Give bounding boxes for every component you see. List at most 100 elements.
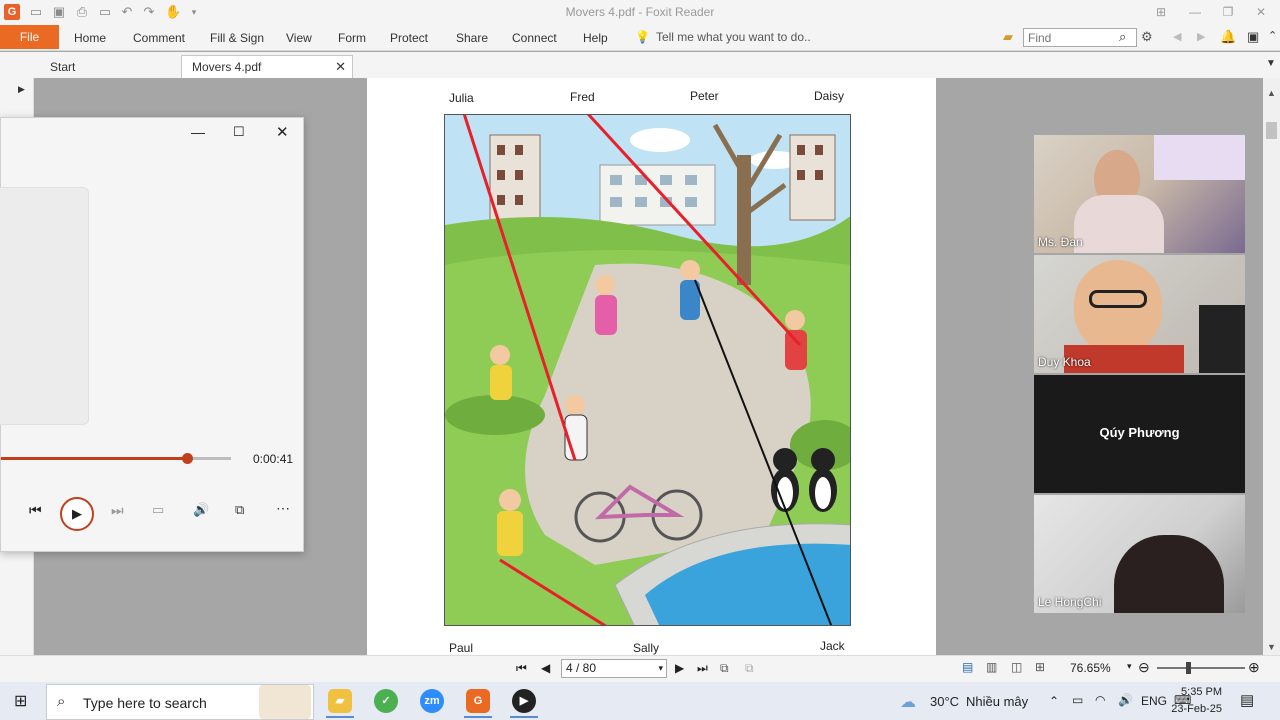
expand-panel-icon[interactable]: ▶ (18, 84, 25, 95)
zoom-dropdown-icon[interactable]: ▾ (1127, 661, 1132, 672)
search-icon: ⌕ (57, 693, 66, 710)
name-label-paul: Paul (449, 641, 474, 655)
previous-result-icon[interactable]: ◀ (1173, 30, 1181, 43)
foxit-taskbar-icon[interactable]: G (466, 689, 490, 713)
media-player-taskbar-icon[interactable]: ▶ (512, 689, 536, 713)
tell-me-search[interactable]: 💡 Tell me what you want to do.. (635, 30, 811, 44)
file-menu[interactable]: File (0, 25, 59, 49)
next-view-icon[interactable]: ⧉ (745, 661, 754, 676)
facing-page-icon[interactable]: ◫ (1011, 660, 1022, 674)
page-dropdown-icon[interactable]: ▾ (658, 660, 663, 677)
weather-cloud-icon[interactable]: ☁ (900, 692, 916, 712)
zoom-value[interactable]: 76.65% (1070, 661, 1111, 675)
building-right (789, 134, 836, 221)
participant-name-center: Qúy Phương (1099, 425, 1180, 440)
taskbar-search[interactable]: ⌕ Type here to search (46, 684, 314, 720)
player-maximize-button[interactable]: ☐ (233, 124, 245, 140)
file-explorer-icon[interactable]: ▰ (328, 689, 352, 713)
show-hidden-icons[interactable]: ⌃ (1049, 694, 1059, 708)
minimize-button[interactable]: — (1185, 3, 1205, 21)
video-tile-le-hongchi[interactable]: Le HongChi (1034, 495, 1245, 613)
zoom-app-icon[interactable]: zm (420, 689, 444, 713)
scroll-down-icon[interactable]: ▼ (1267, 642, 1276, 652)
maximize-button[interactable]: ❐ (1218, 3, 1238, 21)
single-page-icon[interactable]: ▤ (962, 660, 973, 674)
menu-fill-sign[interactable]: Fill & Sign (210, 31, 264, 45)
continuous-facing-icon[interactable]: ⊞ (1035, 660, 1045, 674)
play-button[interactable]: ▶ (60, 497, 94, 531)
menu-connect[interactable]: Connect (512, 31, 557, 45)
volume-icon[interactable]: 🔊 (193, 502, 209, 518)
zoom-out-icon[interactable]: ⊖ (1138, 659, 1150, 676)
menu-protect[interactable]: Protect (390, 31, 428, 45)
close-button[interactable]: ✕ (1251, 3, 1271, 21)
first-page-icon[interactable]: ⏮ (516, 661, 527, 676)
name-label-jack: Jack (820, 639, 845, 653)
speaker-icon[interactable]: 🔊 (1118, 693, 1133, 707)
tab-start[interactable]: Start (36, 57, 182, 78)
scroll-up-icon[interactable]: ▲ (1267, 88, 1276, 98)
language-indicator[interactable]: ENG (1141, 694, 1167, 708)
previous-track-icon[interactable]: ⏮ (29, 502, 42, 519)
menu-home[interactable]: Home (74, 31, 106, 45)
name-label-daisy: Daisy (814, 89, 845, 103)
participant-name: Ms. Đan (1038, 235, 1083, 249)
player-content-area (0, 187, 89, 425)
active-indicator (464, 716, 492, 718)
zoom-in-icon[interactable]: ⊕ (1248, 659, 1260, 676)
notification-bell-icon[interactable]: 🔔 (1220, 29, 1236, 45)
name-label-peter: Peter (690, 89, 719, 103)
close-tab-icon[interactable]: ✕ (335, 56, 346, 78)
last-page-icon[interactable]: ⏭ (697, 661, 708, 676)
previous-view-icon[interactable]: ⧉ (720, 661, 729, 676)
weather-temperature[interactable]: 30°C (930, 694, 959, 709)
video-tile-quy-phuong[interactable]: Qúy Phương (1034, 375, 1245, 493)
notifications-icon[interactable]: ▤ (1240, 691, 1254, 709)
scroll-thumb[interactable] (1266, 122, 1277, 139)
more-options-icon[interactable]: ⋯ (276, 500, 290, 517)
find-folder-icon[interactable]: ▰ (1003, 29, 1013, 45)
park-illustration (444, 114, 851, 626)
seek-bar[interactable] (1, 453, 231, 464)
name-label-sally: Sally (633, 641, 660, 655)
tab-list-dropdown-icon[interactable]: ▼ (1266, 58, 1276, 69)
menu-help[interactable]: Help (583, 31, 608, 45)
collapse-ribbon-icon[interactable]: ⌃ (1268, 29, 1277, 42)
name-label-fred: Fred (570, 90, 595, 104)
ribbon-display-icon[interactable]: ⊞ (1151, 3, 1171, 21)
menu-comment[interactable]: Comment (133, 31, 185, 45)
player-minimize-button[interactable]: — (191, 124, 205, 140)
menu-view[interactable]: View (286, 31, 312, 45)
player-close-button[interactable]: ✕ (276, 123, 289, 141)
menu-share[interactable]: Share (456, 31, 488, 45)
lightbulb-icon: 💡 (635, 30, 650, 44)
settings-gear-icon[interactable]: ⚙ (1141, 29, 1153, 45)
battery-icon[interactable]: ▭ (1072, 693, 1083, 707)
previous-page-icon[interactable]: ◀ (541, 661, 550, 675)
clock-time[interactable]: 5:35 PM (1180, 686, 1222, 698)
page-number-field[interactable]: 4 / 80 ▾ (561, 659, 667, 678)
continuous-page-icon[interactable]: ▥ (986, 660, 997, 674)
building-center (599, 164, 716, 226)
wifi-icon[interactable]: ◠ (1095, 693, 1105, 707)
seek-thumb[interactable] (182, 453, 194, 464)
vertical-scrollbar[interactable]: ▲ ▼ (1263, 78, 1280, 655)
search-icon[interactable]: ⌕ (1119, 29, 1126, 45)
window-title: Movers 4.pdf - Foxit Reader (565, 5, 715, 19)
menu-form[interactable]: Form (338, 31, 366, 45)
subtitles-icon[interactable]: ▭ (152, 502, 164, 518)
next-page-icon[interactable]: ▶ (675, 661, 684, 675)
next-result-icon[interactable]: ▶ (1197, 30, 1205, 43)
zoom-slider-thumb[interactable] (1186, 662, 1191, 674)
zoom-slider[interactable] (1157, 667, 1245, 669)
next-track-icon[interactable]: ⏭ (111, 502, 124, 519)
browser-icon[interactable]: ✓ (374, 689, 398, 713)
tab-document[interactable]: Movers 4.pdf ✕ (181, 55, 353, 78)
video-tile-duy-khoa[interactable]: Duy Khoa (1034, 255, 1245, 373)
video-tile-ms-dan[interactable]: Ms. Đan (1034, 135, 1245, 253)
windows-start-icon[interactable]: ⊞ (14, 691, 27, 711)
mini-view-icon[interactable]: ⧉ (235, 502, 244, 518)
clock-date[interactable]: 23-Feb-25 (1168, 703, 1222, 715)
weather-description[interactable]: Nhiều mây (966, 694, 1028, 709)
account-icon[interactable]: ▣ (1247, 29, 1259, 45)
